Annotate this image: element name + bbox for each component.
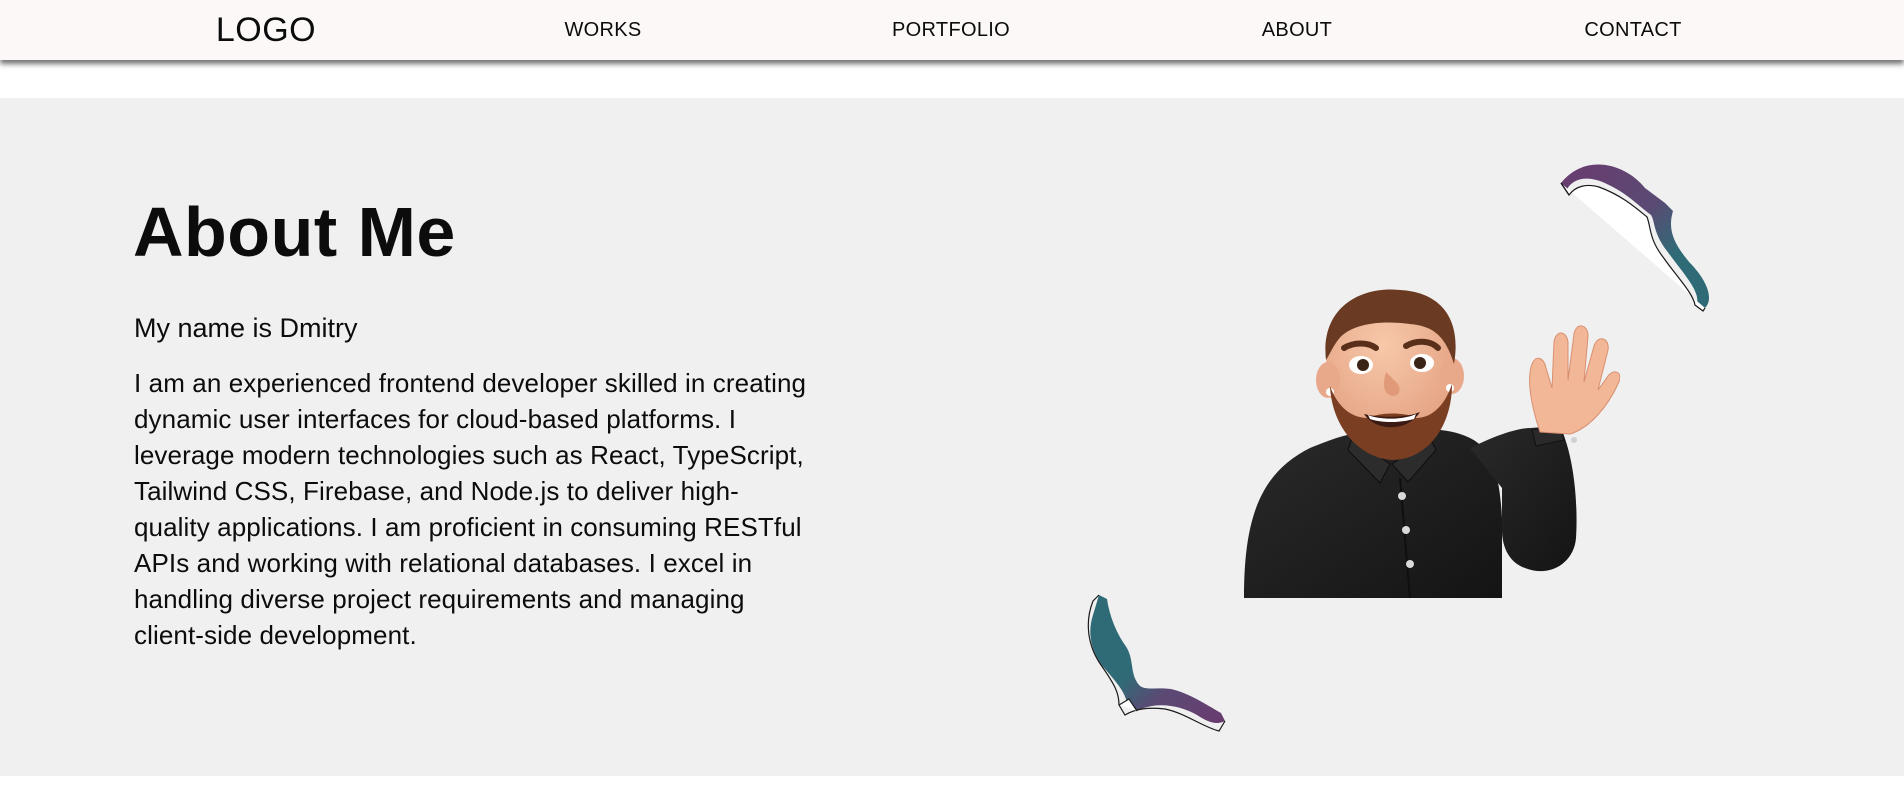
ribbon-decoration-bottom-icon [1087,594,1226,732]
top-navbar: LOGO WORKS PORTFOLIO ABOUT CONTACT [0,0,1904,60]
logo-link[interactable]: LOGO [216,0,316,60]
about-bio: I am an experienced frontend developer s… [134,368,807,650]
nav-link-portfolio[interactable]: PORTFOLIO [892,0,1010,60]
nav-link-works[interactable]: WORKS [564,0,641,60]
about-name-line: My name is Dmitry [134,313,358,343]
nav-link-contact[interactable]: CONTACT [1584,0,1681,60]
nav-link-about[interactable]: ABOUT [1262,0,1332,60]
about-title: About Me [133,193,456,271]
memoji-avatar [1244,289,1620,599]
about-section: About Me My name is Dmitry I am an exper… [0,98,1904,776]
